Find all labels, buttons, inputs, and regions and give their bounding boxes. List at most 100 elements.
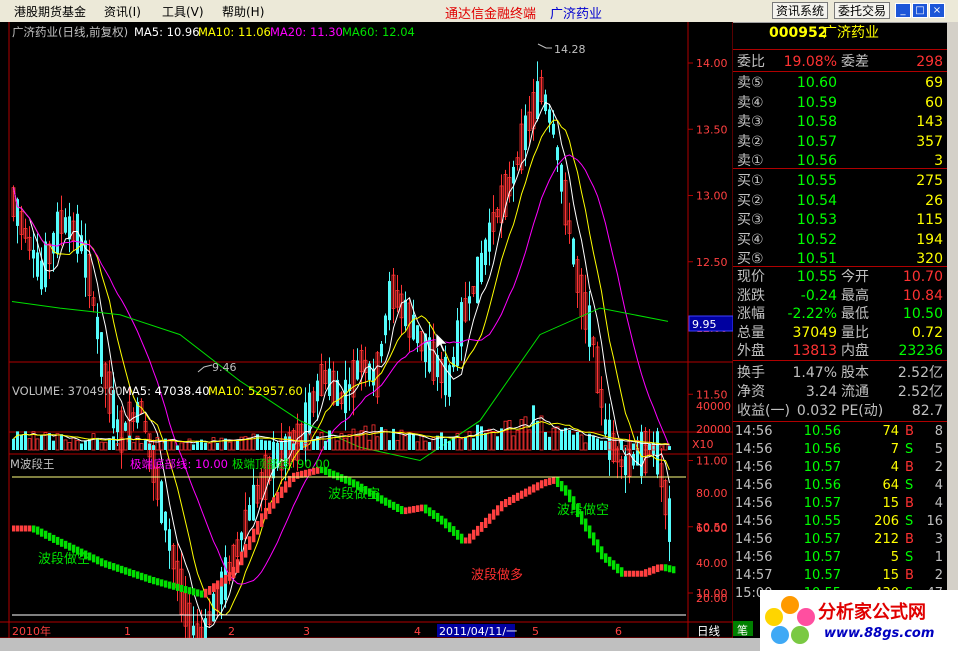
candle-body (168, 529, 171, 551)
stat-label: 外盘 (737, 343, 765, 360)
candle-body (344, 379, 347, 414)
volume-bar (428, 441, 431, 450)
tick-side: B (905, 532, 914, 547)
volume-bar (80, 443, 83, 450)
indicator-bar (48, 532, 52, 541)
indicator-bar (512, 494, 516, 503)
period-selector[interactable]: 日线 (697, 624, 720, 638)
tick-time: 14:56 (735, 424, 773, 439)
time-label-mar: 3 (303, 625, 310, 638)
ask-row: 卖③ 10.58 143 (733, 113, 947, 131)
indicator-bar (496, 505, 500, 516)
indicator-bar (656, 564, 660, 573)
menu-help[interactable]: 帮助(H) (222, 3, 264, 20)
tick-volume: 5 (890, 550, 899, 565)
indicator-bar (420, 504, 424, 512)
indicator-bar (500, 501, 504, 512)
indicator-bar (296, 471, 300, 479)
volume-bar (204, 442, 207, 450)
indicator-bar (108, 561, 112, 570)
indicator-bar (644, 569, 648, 577)
volume-bar (276, 442, 279, 450)
candle-body (412, 314, 415, 340)
bid-label: 买② (737, 192, 764, 209)
indicator-bar (180, 584, 184, 593)
volume-bar (648, 443, 651, 450)
tick-side: S (905, 514, 914, 529)
bid-price: 10.55 (796, 173, 837, 189)
maximize-icon[interactable]: □ (912, 3, 928, 18)
vertical-scrollbar[interactable] (947, 22, 958, 638)
indicator-bar (524, 488, 528, 497)
fundamental-row: 换手 1.47% 股本 2.52亿 (733, 364, 947, 382)
indicator-bar (520, 490, 524, 499)
stat-label: 现价 (737, 269, 765, 285)
menu-info[interactable]: 资讯(I) (104, 3, 141, 20)
indicator-bar (12, 525, 16, 532)
tick-time: 14:56 (735, 460, 773, 475)
volume-bar (576, 431, 579, 450)
candle-body (308, 392, 311, 434)
indicator-bar (340, 474, 344, 482)
candle-body (484, 239, 487, 266)
tick-volume: 15 (882, 496, 899, 511)
indicator-bar (392, 501, 396, 510)
candle-body (248, 505, 251, 521)
volume-bar (472, 438, 475, 450)
candle-body (476, 256, 479, 304)
candle-body (192, 625, 195, 636)
volume-bar (440, 432, 443, 450)
weicha-value: 298 (916, 54, 943, 70)
tick-side: B (905, 568, 914, 583)
bid-row: 买① 10.55 275 (733, 172, 947, 190)
tick-time: 14:56 (735, 442, 773, 457)
bottom-line-label: 极端底部线: 10.00 (130, 457, 228, 471)
tick-time: 14:57 (735, 568, 773, 583)
indicator-bar (184, 586, 188, 594)
indicator-bar (484, 517, 488, 528)
tick-side: S (905, 478, 914, 493)
volume-bar (268, 440, 271, 450)
volume-bar (216, 442, 219, 450)
volume-bar (152, 445, 155, 450)
indicator-axis-40: 40.00 (696, 557, 728, 570)
candle-body (328, 368, 331, 397)
minimize-icon[interactable]: _ (895, 3, 911, 18)
indicator-bar (540, 480, 544, 489)
candle-body (124, 422, 127, 431)
menu-tools[interactable]: 工具(V) (162, 3, 204, 20)
stat-value: -2.22% (787, 306, 837, 323)
candle-body (656, 431, 659, 475)
tick-count: 5 (934, 442, 943, 457)
close-icon[interactable]: × (929, 3, 945, 18)
volume-bar (300, 440, 303, 450)
menu-futures[interactable]: 港股期货基金 (14, 3, 86, 20)
indicator-bar (60, 538, 64, 547)
stat-row: 现价 10.55 今开 10.70 (733, 268, 947, 286)
signal-short-3: 波段做空 (557, 503, 609, 518)
indicator-bar (204, 588, 208, 598)
ask-row: 卖② 10.57 357 (733, 133, 947, 151)
tick-tab[interactable]: 笔 (733, 621, 753, 637)
ask-price: 10.60 (796, 75, 837, 91)
indicator-bar (248, 536, 252, 550)
indicator-bar (448, 522, 452, 533)
indicator-bar (428, 507, 432, 517)
indicator-bar (536, 482, 540, 491)
trade-button[interactable]: 委托交易 (834, 2, 891, 19)
news-system-button[interactable]: 资讯系统 (772, 2, 829, 19)
volume-bar (12, 438, 15, 450)
indicator-bar (36, 526, 40, 535)
volume-bar (16, 431, 19, 450)
candle-body (556, 147, 559, 161)
indicator-bar (444, 518, 448, 529)
kline-chart-area[interactable]: 14.0013.5013.0012.5012.0011.5011.0010.50… (0, 22, 733, 638)
volume-bar (448, 441, 451, 450)
bid-price: 10.52 (796, 231, 837, 248)
stat-value: 10.70 (902, 269, 943, 285)
indicator-bar (600, 546, 604, 560)
tick-side: B (905, 460, 914, 475)
indicator-bar (32, 525, 36, 533)
time-label-apr: 4 (414, 625, 421, 638)
bid-price: 10.54 (796, 192, 837, 209)
